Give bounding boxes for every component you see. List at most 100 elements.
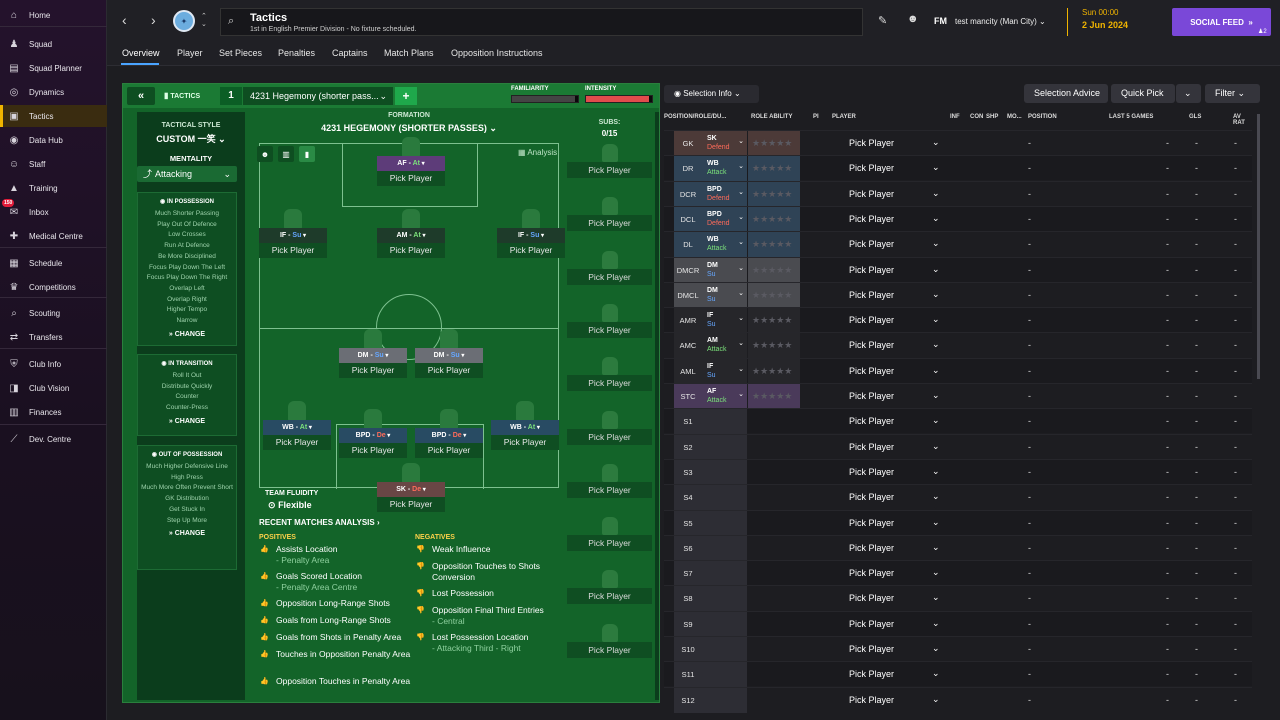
sub-pick-player[interactable]: Pick Player bbox=[567, 588, 652, 605]
positive-item[interactable]: Assists Location - Penalty Area bbox=[276, 544, 411, 566]
column-header-player[interactable]: PLAYER bbox=[832, 114, 856, 120]
intensity-bar[interactable] bbox=[585, 95, 653, 103]
table-row[interactable]: AML IF Su ⌄ ★★★★★ Pick Player ⌄ - - - - bbox=[664, 357, 1252, 384]
position-role[interactable]: BPD - De ▾ bbox=[415, 428, 483, 443]
position-slot-sk[interactable]: SK - De ▾ Pick Player bbox=[377, 463, 445, 518]
chevron-down-icon[interactable]: ⌄ bbox=[932, 390, 940, 401]
in-transition-box[interactable]: ◉ IN TRANSITION Roll It Out Distribute Qu… bbox=[137, 354, 237, 436]
filter-button[interactable]: Filter ⌄ bbox=[1205, 84, 1260, 103]
out-of-possession-change-button[interactable]: » CHANGE bbox=[138, 530, 236, 537]
game-date[interactable]: Sun 00:00 2 Jun 2024 bbox=[1082, 8, 1128, 30]
chevron-down-icon[interactable]: ⌄ bbox=[932, 694, 940, 705]
position-role[interactable]: AM - At ▾ bbox=[377, 228, 445, 243]
chevron-down-icon[interactable]: ⌄ bbox=[932, 188, 940, 199]
chevron-down-icon[interactable]: ⌄ bbox=[932, 238, 940, 249]
sidebar-item-club-info[interactable]: ⛨ Club Info bbox=[0, 353, 107, 375]
selection-advice-button[interactable]: Selection Advice bbox=[1024, 84, 1108, 103]
table-row[interactable]: DCL BPD Defend ⌄ ★★★★★ Pick Player ⌄ - - - - bbox=[664, 205, 1252, 232]
pick-player-button[interactable]: Pick Player bbox=[263, 435, 331, 450]
column-header-last-5-games[interactable]: LAST 5 GAMES bbox=[1109, 114, 1153, 120]
row-player[interactable]: Pick Player bbox=[849, 391, 894, 401]
tactic-slot-selector[interactable]: 4231 Hegemony (shorter pass... ⌄ bbox=[243, 87, 393, 105]
table-row[interactable]: S2 Pick Player ⌄ - - - - bbox=[664, 433, 1252, 460]
quick-pick-dropdown[interactable]: ⌄ bbox=[1176, 84, 1201, 103]
sidebar-item-staff[interactable]: ☺ Staff bbox=[0, 153, 107, 175]
row-player[interactable]: Pick Player bbox=[849, 366, 894, 376]
table-row[interactable]: DR WB Attack ⌄ ★★★★★ Pick Player ⌄ - - - - bbox=[664, 155, 1252, 182]
chevron-down-icon[interactable]: ⌄ bbox=[932, 567, 940, 578]
position-slot-if[interactable]: IF - Su ▾ Pick Player bbox=[259, 209, 327, 264]
position-role[interactable]: DM - Su ▾ bbox=[339, 348, 407, 363]
sidebar-item-data-hub[interactable]: ◉ Data Hub bbox=[0, 129, 107, 151]
table-row[interactable]: AMC AM Attack ⌄ ★★★★★ Pick Player ⌄ - - - - bbox=[664, 332, 1252, 359]
chevron-down-icon[interactable]: ⌄ bbox=[932, 289, 940, 300]
manager-avatar-icon[interactable]: ☻ bbox=[907, 13, 919, 25]
row-player[interactable]: Pick Player bbox=[849, 138, 894, 148]
sub-pick-player[interactable]: Pick Player bbox=[567, 215, 652, 232]
row-role-duty[interactable]: IF Su ⌄ bbox=[702, 358, 747, 384]
positive-item[interactable]: Opposition Long-Range Shots bbox=[276, 598, 411, 609]
position-role[interactable]: AF - At ▾ bbox=[377, 156, 445, 171]
row-player[interactable]: Pick Player bbox=[849, 315, 894, 325]
column-header-position-role-du[interactable]: POSITION/ROLE/DU... bbox=[664, 114, 726, 120]
chevron-down-icon[interactable]: ⌄ bbox=[932, 339, 940, 350]
manager-selector[interactable]: test mancity (Man City) ⌄ bbox=[955, 17, 1046, 26]
chevron-down-icon[interactable]: ⌄ bbox=[932, 618, 940, 629]
column-header-inf[interactable]: INF bbox=[950, 114, 960, 120]
row-player[interactable]: Pick Player bbox=[849, 265, 894, 275]
row-player[interactable]: Pick Player bbox=[849, 189, 894, 199]
chevron-down-icon[interactable]: ⌄ bbox=[932, 415, 940, 426]
sub-pick-player[interactable]: Pick Player bbox=[567, 428, 652, 445]
table-row[interactable]: DMCR DM Su ⌄ ★★★★★ Pick Player ⌄ - - - - bbox=[664, 256, 1252, 283]
chevron-down-icon[interactable]: ⌄ bbox=[932, 466, 940, 477]
positive-item[interactable]: Touches in Opposition Penalty Area bbox=[276, 649, 411, 660]
sidebar-item-competitions[interactable]: ♛ Competitions bbox=[0, 276, 107, 298]
in-possession-change-button[interactable]: » CHANGE bbox=[138, 331, 236, 338]
pick-player-button[interactable]: Pick Player bbox=[377, 171, 445, 186]
in-possession-box[interactable]: ◉ IN POSSESSION Much Shorter Passing Play… bbox=[137, 192, 237, 346]
table-row[interactable]: S10 Pick Player ⌄ - - - - bbox=[664, 636, 1252, 662]
position-slot-am[interactable]: AM - At ▾ Pick Player bbox=[377, 209, 445, 264]
sidebar-item-transfers[interactable]: ⇄ Transfers bbox=[0, 326, 107, 348]
positive-item[interactable]: Goals Scored Location - Penalty Area Cent… bbox=[276, 571, 411, 593]
negative-item[interactable]: Opposition Final Third Entries - Central bbox=[432, 605, 557, 627]
tab-opposition-instructions[interactable]: Opposition Instructions bbox=[451, 48, 543, 58]
pick-player-button[interactable]: Pick Player bbox=[497, 243, 565, 258]
column-header-mo[interactable]: MO... bbox=[1007, 114, 1022, 120]
tab-captains[interactable]: Captains bbox=[332, 48, 368, 58]
position-slot-bpd[interactable]: BPD - De ▾ Pick Player bbox=[339, 409, 407, 464]
table-row[interactable]: S9 Pick Player ⌄ - - - - bbox=[664, 610, 1252, 637]
chevron-down-icon[interactable]: ⌄ bbox=[932, 162, 940, 173]
title-search-box[interactable]: ⌕ Tactics 1st in English Premier Divisio… bbox=[220, 8, 863, 36]
sidebar-item-squad-planner[interactable]: ▤ Squad Planner bbox=[0, 57, 107, 79]
sidebar-item-inbox[interactable]: ✉ Inbox 150 bbox=[0, 199, 107, 223]
column-header-shp[interactable]: SHP bbox=[986, 114, 998, 120]
recent-matches-analysis-link[interactable]: RECENT MATCHES ANALYSIS › bbox=[259, 518, 380, 527]
sidebar-item-schedule[interactable]: ▦ Schedule bbox=[0, 252, 107, 274]
position-slot-wb[interactable]: WB - At ▾ Pick Player bbox=[263, 401, 331, 456]
tab-penalties[interactable]: Penalties bbox=[278, 48, 315, 58]
row-player[interactable]: Pick Player bbox=[849, 669, 894, 679]
sidebar-item-club-vision[interactable]: ◨ Club Vision bbox=[0, 377, 107, 399]
sidebar-item-dev-centre[interactable]: ⟋ Dev. Centre bbox=[0, 428, 107, 450]
sub-pick-player[interactable]: Pick Player bbox=[567, 268, 652, 285]
row-role-duty[interactable]: DM Su ⌄ bbox=[702, 282, 747, 308]
table-row[interactable]: AMR IF Su ⌄ ★★★★★ Pick Player ⌄ - - - - bbox=[664, 307, 1252, 334]
tab-match-plans[interactable]: Match Plans bbox=[384, 48, 434, 58]
pick-player-button[interactable]: Pick Player bbox=[377, 497, 445, 512]
negative-item[interactable]: Lost Possession bbox=[432, 588, 557, 599]
table-row[interactable]: S5 Pick Player ⌄ - - - - bbox=[664, 509, 1252, 536]
position-role[interactable]: IF - Su ▾ bbox=[497, 228, 565, 243]
pick-player-button[interactable]: Pick Player bbox=[259, 243, 327, 258]
column-header-av-rat[interactable]: AV RAT bbox=[1233, 114, 1254, 126]
position-role[interactable]: WB - At ▾ bbox=[263, 420, 331, 435]
club-switch-icon[interactable]: ⌃ ⌄ bbox=[201, 12, 207, 28]
view-stats-button[interactable]: ▥ bbox=[278, 146, 294, 162]
chevron-down-icon[interactable]: ⌄ bbox=[932, 314, 940, 325]
table-row[interactable]: S1 Pick Player ⌄ - - - - bbox=[664, 408, 1252, 435]
position-role[interactable]: DM - Su ▾ bbox=[415, 348, 483, 363]
row-player[interactable]: Pick Player bbox=[849, 695, 894, 705]
row-role-duty[interactable]: WB Attack ⌄ bbox=[702, 232, 747, 258]
chevron-down-icon[interactable]: ⌄ bbox=[932, 137, 940, 148]
column-header-con[interactable]: CON bbox=[970, 114, 983, 120]
